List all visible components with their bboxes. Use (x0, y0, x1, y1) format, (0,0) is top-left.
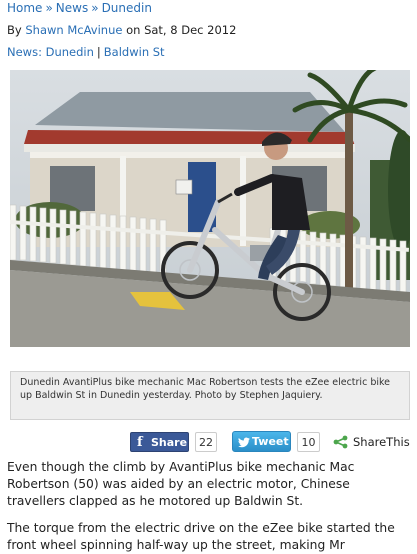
tag-divider: | (96, 45, 101, 59)
share-bar: f Share 22 Tweet 10 ShareThis (0, 431, 417, 455)
sharethis-label: ShareThis (353, 435, 410, 449)
breadcrumb-separator: » (91, 1, 99, 15)
facebook-share-label: Share (151, 436, 188, 449)
tag-baldwin-st-link[interactable]: Baldwin St (104, 45, 165, 59)
twitter-icon (238, 435, 250, 455)
facebook-icon: f (137, 435, 143, 450)
article-tags: News: Dunedin | Baldwin St (7, 45, 165, 59)
publish-date: Sat, 8 Dec 2012 (144, 23, 237, 37)
sharethis-button[interactable]: ShareThis (333, 433, 417, 451)
article-paragraph: The torque from the electric drive on th… (7, 521, 395, 552)
twitter-tweet-label: Tweet (252, 435, 289, 448)
breadcrumb-separator: » (45, 1, 53, 15)
tag-news-dunedin-link[interactable]: News: Dunedin (7, 45, 94, 59)
breadcrumb-news-link[interactable]: News (56, 1, 88, 15)
byline-prefix: By (7, 23, 22, 37)
photo-caption: Dunedin AvantiPlus bike mechanic Mac Rob… (10, 371, 410, 420)
breadcrumb: Home» News» Dunedin (7, 1, 152, 15)
article-paragraph: Even though the climb by AvantiPlus bike… (7, 460, 355, 508)
author-link[interactable]: Shawn McAvinue (25, 23, 122, 37)
facebook-share-count: 22 (195, 432, 217, 452)
breadcrumb-dunedin-link[interactable]: Dunedin (102, 1, 152, 15)
article-photo[interactable] (10, 70, 410, 347)
twitter-tweet-button[interactable]: Tweet (232, 431, 291, 452)
byline: By Shawn McAvinue on Sat, 8 Dec 2012 (7, 23, 236, 37)
byline-on: on (126, 23, 141, 37)
breadcrumb-home-link[interactable]: Home (7, 1, 42, 15)
photo-illustration (10, 70, 410, 347)
facebook-share-button[interactable]: f Share (130, 432, 189, 452)
sharethis-icon (333, 435, 348, 454)
twitter-tweet-count: 10 (297, 432, 320, 452)
